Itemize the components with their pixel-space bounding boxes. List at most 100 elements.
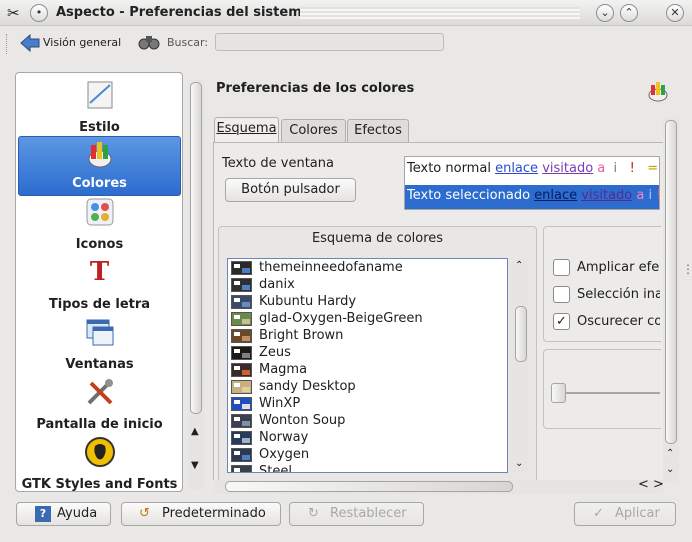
main-scrollbar-thumb[interactable] [665,120,677,444]
help-button-label: Ayuda [57,506,98,521]
main-scrollbar[interactable]: ⌃ ⌄ [663,118,679,482]
defaults-button-label: Predeterminado [162,506,266,521]
title-bar-texture [300,7,580,19]
sidebar-item-splash-screen[interactable]: Pantalla de inicio [18,376,181,436]
list-item[interactable]: Magma [228,361,507,378]
maximize-icon[interactable]: ⌃ [620,4,638,22]
list-item[interactable]: glad-Oxygen-BeigeGreen [228,310,507,327]
splash-screen-icon [84,376,116,408]
preview-selected-row: Texto seleccionado enlace visitado a i !… [405,185,659,209]
help-button[interactable]: ? Ayuda [16,502,111,526]
scheme-name: WinXP [259,396,301,411]
scheme-swatch-icon [231,261,252,275]
scheme-list-scrollbar[interactable]: ⌃ ⌄ [512,258,529,473]
push-button-sample[interactable]: Botón pulsador [225,178,356,202]
minimize-icon[interactable]: ⌄ [596,4,614,22]
colors-icon [84,137,116,169]
scroll-left-right-icon[interactable]: < > [638,477,664,492]
list-item[interactable]: Norway [228,429,507,446]
help-icon: ? [35,506,51,522]
window-text-label: Texto de ventana [222,156,334,171]
tab-scheme[interactable]: Esquema [214,117,279,143]
scheme-swatch-icon [231,397,252,411]
option-label: Selección ina [577,287,660,302]
scheme-name: Zeus [259,345,291,360]
preview-link: enlace [495,161,539,176]
main-horizontal-scrollbar[interactable] [213,480,663,494]
checkbox-option-2[interactable] [553,286,570,303]
back-arrow-icon [20,34,40,52]
scheme-swatch-icon [231,380,252,394]
scheme-swatch-icon [231,329,252,343]
preview-normal-row: Texto normal enlace visitado a i ! = [407,161,658,176]
checkbox-option-1[interactable] [553,259,570,276]
scheme-name: Steel [259,464,292,473]
sidebar-item-fonts[interactable]: T Tipos de letra [18,256,181,316]
option-label: Oscurecer co [577,314,660,329]
tools-icon[interactable]: ✂ [7,4,20,22]
resize-grip[interactable]: ⋮ [682,262,692,276]
scroll-up-icon[interactable]: ▲ [191,426,199,437]
preview-selected-visited: visitado [581,188,633,203]
list-item[interactable]: danix [228,276,507,293]
sidebar-scrollbar-thumb[interactable] [190,82,202,414]
title-bar: ✂ • Aspecto - Preferencias del sistema ⌄… [0,0,692,26]
tab-effects[interactable]: Efectos [347,119,409,142]
slider-handle[interactable] [551,383,566,403]
tab-colors[interactable]: Colores [281,119,346,142]
defaults-icon: ↺ [139,506,150,521]
scheme-swatch-icon [231,295,252,309]
preview-selected-negative: ! [656,188,659,203]
toolbar-handle[interactable] [6,34,8,54]
list-item[interactable]: Wonton Soup [228,412,507,429]
scheme-swatch-icon [231,414,252,428]
scheme-list-scrollbar-thumb[interactable] [515,306,527,362]
slider-track [556,392,660,394]
preview-neutral: = [647,161,659,176]
scheme-name: sandy Desktop [259,379,356,394]
list-item[interactable]: Steel [228,463,507,473]
overview-label: Visión general [43,36,122,49]
scroll-up-icon[interactable]: ⌃ [515,260,523,271]
list-item[interactable]: Oxygen [228,446,507,463]
sidebar-item-label: Tipos de letra [48,297,151,312]
window-menu-icon[interactable]: • [30,4,48,22]
scroll-down-icon[interactable]: ⌄ [515,458,523,469]
apply-button[interactable]: ✓ Aplicar [574,502,676,526]
sidebar-item-label: GTK Styles and Fonts [21,477,178,492]
apply-icon: ✓ [593,506,604,521]
scroll-up-icon[interactable]: ⌃ [666,448,674,459]
sidebar-item-colors[interactable]: Colores [18,136,181,196]
sidebar-scrollbar[interactable]: ▲ ▼ [188,80,204,490]
preview-selected-active: a [636,188,645,203]
windows-icon [84,316,116,348]
overview-button[interactable]: Visión general [18,31,128,55]
preview-active: a [597,161,606,176]
reset-button[interactable]: ↻ Restablecer [289,502,424,526]
scroll-down-icon[interactable]: ⌄ [666,464,674,475]
list-item[interactable]: themeinneedofaname [228,259,507,276]
horizontal-scrollbar-thumb[interactable] [225,481,513,492]
sidebar-item-label: Iconos [75,237,124,252]
close-icon[interactable]: ✕ [666,4,684,22]
scheme-name: Magma [259,362,308,377]
sidebar-item-icons[interactable]: Iconos [18,196,181,256]
search-input[interactable] [215,33,444,51]
list-item[interactable]: Kubuntu Hardy [228,293,507,310]
sidebar-item-style[interactable]: Estilo [18,79,181,139]
list-item[interactable]: sandy Desktop [228,378,507,395]
list-item[interactable]: WinXP [228,395,507,412]
list-item[interactable]: Zeus [228,344,507,361]
apply-button-label: Aplicar [615,506,660,521]
sidebar-item-gtk[interactable]: GTK Styles and Fonts [18,436,181,496]
checkbox-option-3[interactable]: ✓ [553,313,570,330]
scheme-list[interactable]: themeinneedofaname danix Kubuntu Hardy glad… [227,258,508,473]
scheme-swatch-icon [231,312,252,326]
scheme-swatch-icon [231,363,252,377]
sidebar-item-windows[interactable]: Ventanas [18,316,181,376]
defaults-button[interactable]: ↺ Predeterminado [121,502,281,526]
binoculars-icon [138,32,160,52]
scroll-down-icon[interactable]: ▼ [191,460,199,471]
list-item[interactable]: Bright Brown [228,327,507,344]
style-icon [84,79,116,111]
